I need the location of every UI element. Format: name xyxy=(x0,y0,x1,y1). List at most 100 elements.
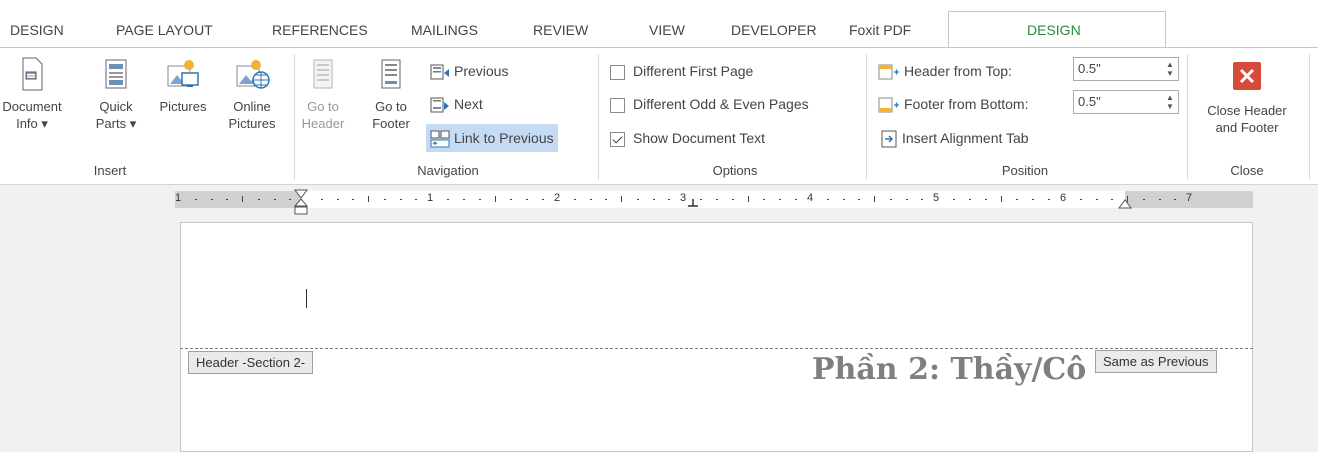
ruler-dot xyxy=(668,199,670,200)
ruler-half-tick xyxy=(748,196,749,202)
pictures-button[interactable]: Pictures xyxy=(149,56,217,115)
ruler-dot xyxy=(211,199,213,200)
next-section-icon xyxy=(430,97,449,113)
ruler-half-tick xyxy=(242,196,243,202)
ruler-number: 4 xyxy=(807,192,814,204)
insert-alignment-tab-button[interactable]: Insert Alignment Tab xyxy=(880,126,1029,150)
document-heading[interactable]: Phần 2: Thầy/Cô xyxy=(812,352,1086,387)
different-odd-even-checkbox[interactable] xyxy=(610,97,625,113)
same-as-previous-tag: Same as Previous xyxy=(1095,350,1217,373)
ribbon-tab-bar: DESIGN PAGE LAYOUT REFERENCES MAILINGS R… xyxy=(0,0,1318,48)
ruler-dot xyxy=(510,199,512,200)
ruler-dot xyxy=(906,199,908,200)
previous-section-icon xyxy=(430,64,449,80)
close-group-label: Close xyxy=(1230,163,1264,178)
tab-review[interactable]: REVIEW xyxy=(533,22,588,38)
ruler-dot xyxy=(763,199,765,200)
different-first-page-label: Different First Page xyxy=(633,63,754,79)
close-header-footer-button[interactable]: Close Header and Footer xyxy=(1190,60,1304,136)
ruler-dot xyxy=(1032,199,1034,200)
spinner-arrows-icon[interactable]: ▲ ▼ xyxy=(1164,60,1176,78)
footer-from-bottom-spinner[interactable]: 0.5" ▲ ▼ xyxy=(1073,90,1179,114)
ruler-dot xyxy=(843,199,845,200)
ruler-dot xyxy=(921,199,923,200)
footer-from-bottom-value: 0.5" xyxy=(1078,94,1101,109)
ruler-dot xyxy=(1048,199,1050,200)
quick-parts-line2: Parts ▾ xyxy=(95,116,137,131)
quick-parts-button[interactable]: Quick Parts ▾ xyxy=(92,56,140,132)
ruler-number: 5 xyxy=(933,192,940,204)
document-page[interactable] xyxy=(180,222,1253,452)
tab-references[interactable]: REFERENCES xyxy=(272,22,368,38)
ruler-dot xyxy=(574,199,576,200)
footer-from-bottom-label: Footer from Bottom: xyxy=(904,96,1029,112)
previous-label: Previous xyxy=(454,63,509,79)
go-to-footer-line2: Footer xyxy=(372,116,410,131)
ruler-dot xyxy=(274,199,276,200)
tab-design-active[interactable]: DESIGN xyxy=(1027,22,1081,38)
close-icon xyxy=(1233,62,1261,90)
different-first-page-option[interactable]: Different First Page xyxy=(610,59,753,83)
header-from-top-spinner[interactable]: 0.5" ▲ ▼ xyxy=(1073,57,1179,81)
ruler-dot xyxy=(479,199,481,200)
tab-developer[interactable]: DEVELOPER xyxy=(731,22,817,38)
next-button[interactable]: Next xyxy=(430,92,483,116)
center-tab-stop-icon[interactable] xyxy=(687,198,699,208)
document-info-icon xyxy=(22,57,43,91)
ruler-dot xyxy=(653,199,655,200)
tab-page-layout[interactable]: PAGE LAYOUT xyxy=(116,22,213,38)
different-first-page-checkbox[interactable] xyxy=(610,64,625,80)
document-info-button[interactable]: Document Info ▾ xyxy=(0,56,64,132)
quick-parts-icon xyxy=(105,59,127,89)
ruler-half-tick xyxy=(495,196,496,202)
right-indent-marker-icon[interactable] xyxy=(1118,197,1132,209)
position-group-label: Position xyxy=(1001,163,1049,178)
ruler-dot xyxy=(969,199,971,200)
ruler-half-tick xyxy=(1127,196,1128,202)
ruler-dot xyxy=(526,199,528,200)
tab-foxit-pdf[interactable]: Foxit PDF xyxy=(849,22,911,38)
tab-view[interactable]: VIEW xyxy=(649,22,685,38)
ruler-dot xyxy=(827,199,829,200)
ruler-dot xyxy=(1080,199,1082,200)
go-to-header-button[interactable]: Go to Header xyxy=(300,56,346,132)
ruler-dot xyxy=(195,199,197,200)
online-pictures-button[interactable]: Online Pictures xyxy=(218,56,286,132)
different-odd-even-option[interactable]: Different Odd & Even Pages xyxy=(610,92,809,116)
show-document-text-checkbox[interactable] xyxy=(610,131,625,147)
insert-group-label: Insert xyxy=(93,163,127,178)
ruler-dot xyxy=(1016,199,1018,200)
header-section-tag: Header -Section 2- xyxy=(188,351,314,374)
tab-mailings[interactable]: MAILINGS xyxy=(411,22,478,38)
text-cursor xyxy=(306,289,307,308)
document-info-line1: Document xyxy=(2,99,62,114)
ruler-dot xyxy=(953,199,955,200)
ruler-number: 2 xyxy=(554,192,561,204)
ruler-dot xyxy=(1096,199,1098,200)
first-line-indent-marker-icon[interactable] xyxy=(294,189,308,223)
spinner-arrows-icon[interactable]: ▲ ▼ xyxy=(1164,93,1176,111)
ruler-dot xyxy=(779,199,781,200)
header-from-top-value: 0.5" xyxy=(1078,61,1101,76)
ruler-dot xyxy=(985,199,987,200)
group-divider xyxy=(1309,54,1310,180)
header-from-top-control: Header from Top: xyxy=(878,59,1012,83)
ruler-dot xyxy=(700,199,702,200)
go-to-footer-button[interactable]: Go to Footer xyxy=(368,56,414,132)
tab-design-left[interactable]: DESIGN xyxy=(10,22,64,38)
link-to-previous-button[interactable]: Link to Previous xyxy=(426,124,558,152)
ruler-number: 3 xyxy=(680,192,687,204)
options-group-label: Options xyxy=(712,163,758,178)
group-divider xyxy=(598,54,599,180)
link-to-previous-icon xyxy=(430,130,450,148)
show-document-text-option[interactable]: Show Document Text xyxy=(610,126,765,150)
show-document-text-label: Show Document Text xyxy=(633,130,766,146)
ruler-dot xyxy=(716,199,718,200)
go-to-footer-icon xyxy=(381,59,401,89)
ruler-dot xyxy=(1174,199,1176,200)
ruler-number: 1 xyxy=(175,192,182,204)
ruler-dot xyxy=(289,199,291,200)
ruler-left-margin xyxy=(175,191,300,208)
previous-button[interactable]: Previous xyxy=(430,59,508,83)
ruler-number: 6 xyxy=(1060,192,1067,204)
